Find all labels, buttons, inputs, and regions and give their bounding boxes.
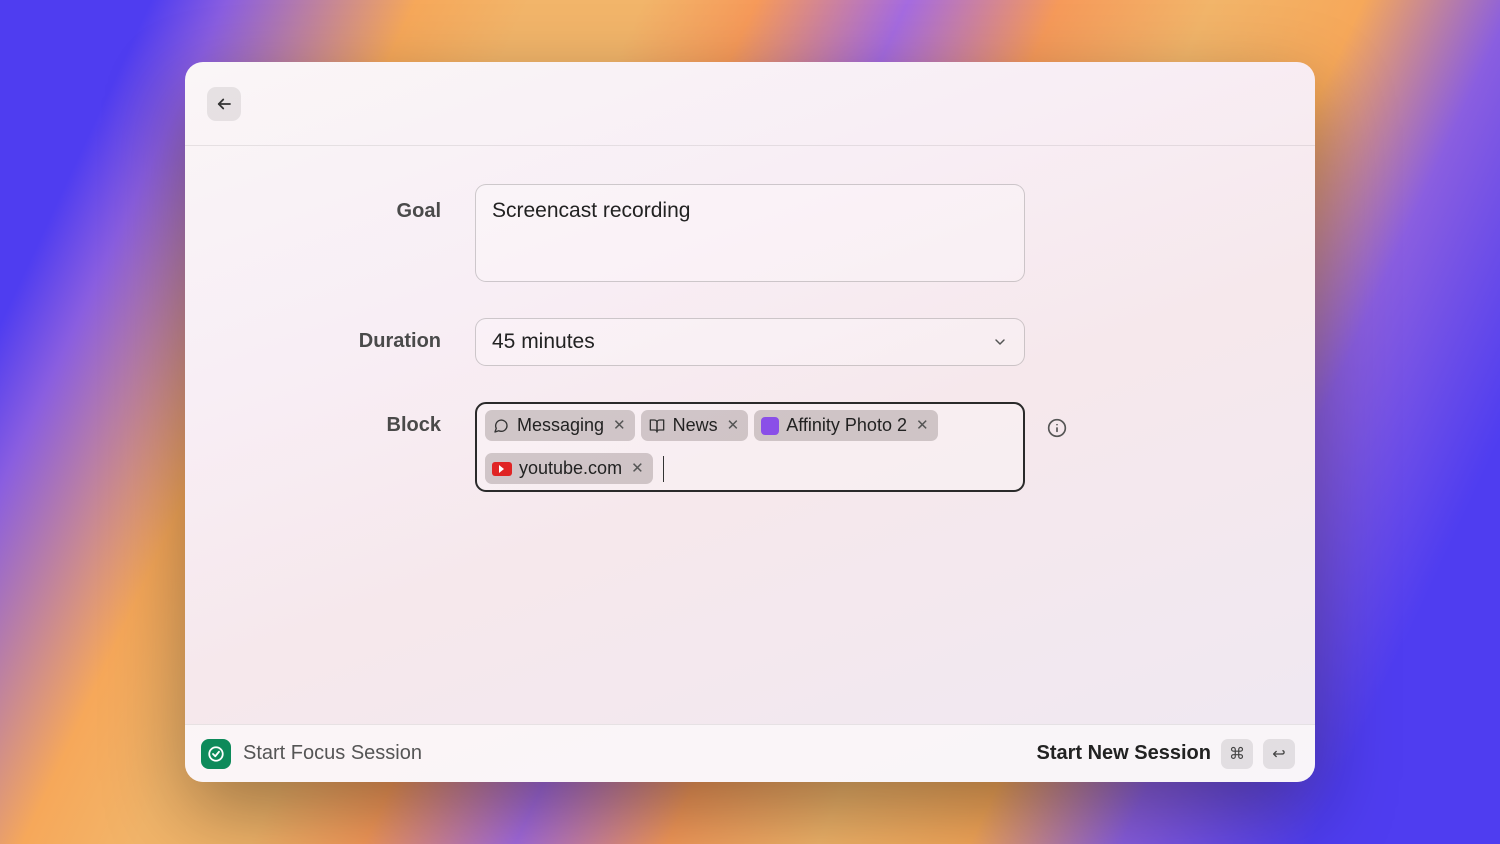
cmd-key-icon: ⌘ <box>1221 739 1253 769</box>
app-icon <box>201 739 231 769</box>
return-key-icon: ↩ <box>1263 739 1295 769</box>
book-icon <box>648 417 666 435</box>
footer-bar: Start Focus Session Start New Session ⌘ … <box>185 724 1315 782</box>
remove-token-button[interactable]: ✕ <box>914 418 929 433</box>
arrow-left-icon <box>215 95 233 113</box>
youtube-icon <box>492 462 512 476</box>
chevron-down-icon <box>992 334 1008 350</box>
goal-input[interactable]: Screencast recording <box>475 184 1025 282</box>
focus-session-window: Goal Screencast recording Duration 45 mi… <box>185 62 1315 782</box>
top-bar <box>185 62 1315 146</box>
duration-select[interactable]: 45 minutes <box>475 318 1025 366</box>
remove-token-button[interactable]: ✕ <box>725 418 740 433</box>
block-token-messaging[interactable]: Messaging ✕ <box>485 410 635 441</box>
chat-icon <box>492 417 510 435</box>
desktop-background: Goal Screencast recording Duration 45 mi… <box>0 0 1500 844</box>
block-token-affinity[interactable]: Affinity Photo 2 ✕ <box>754 410 937 441</box>
footer-right: Start New Session ⌘ ↩ <box>1036 739 1295 769</box>
duration-label: Duration <box>245 318 475 353</box>
text-cursor <box>663 456 665 482</box>
token-label: Affinity Photo 2 <box>786 415 907 436</box>
form-content: Goal Screencast recording Duration 45 mi… <box>185 146 1315 724</box>
block-token-input[interactable]: Messaging ✕ News ✕ Affinity <box>475 402 1025 492</box>
token-label: youtube.com <box>519 458 622 479</box>
token-label: Messaging <box>517 415 604 436</box>
back-button[interactable] <box>207 87 241 121</box>
duration-row: Duration 45 minutes <box>245 318 1255 366</box>
remove-token-button[interactable]: ✕ <box>629 461 644 476</box>
goal-row: Goal Screencast recording <box>245 184 1255 282</box>
footer-left: Start Focus Session <box>201 739 422 769</box>
goal-label: Goal <box>245 184 475 223</box>
duration-value: 45 minutes <box>492 330 595 354</box>
info-icon[interactable] <box>1047 418 1067 438</box>
affinity-icon <box>761 417 779 435</box>
block-label: Block <box>245 402 475 437</box>
remove-token-button[interactable]: ✕ <box>611 418 626 433</box>
footer-title: Start Focus Session <box>243 742 422 765</box>
block-token-news[interactable]: News ✕ <box>641 410 749 441</box>
start-session-button[interactable]: Start New Session <box>1036 742 1211 765</box>
block-token-youtube[interactable]: youtube.com ✕ <box>485 453 653 484</box>
block-row: Block Messaging ✕ <box>245 402 1255 492</box>
token-label: News <box>673 415 718 436</box>
